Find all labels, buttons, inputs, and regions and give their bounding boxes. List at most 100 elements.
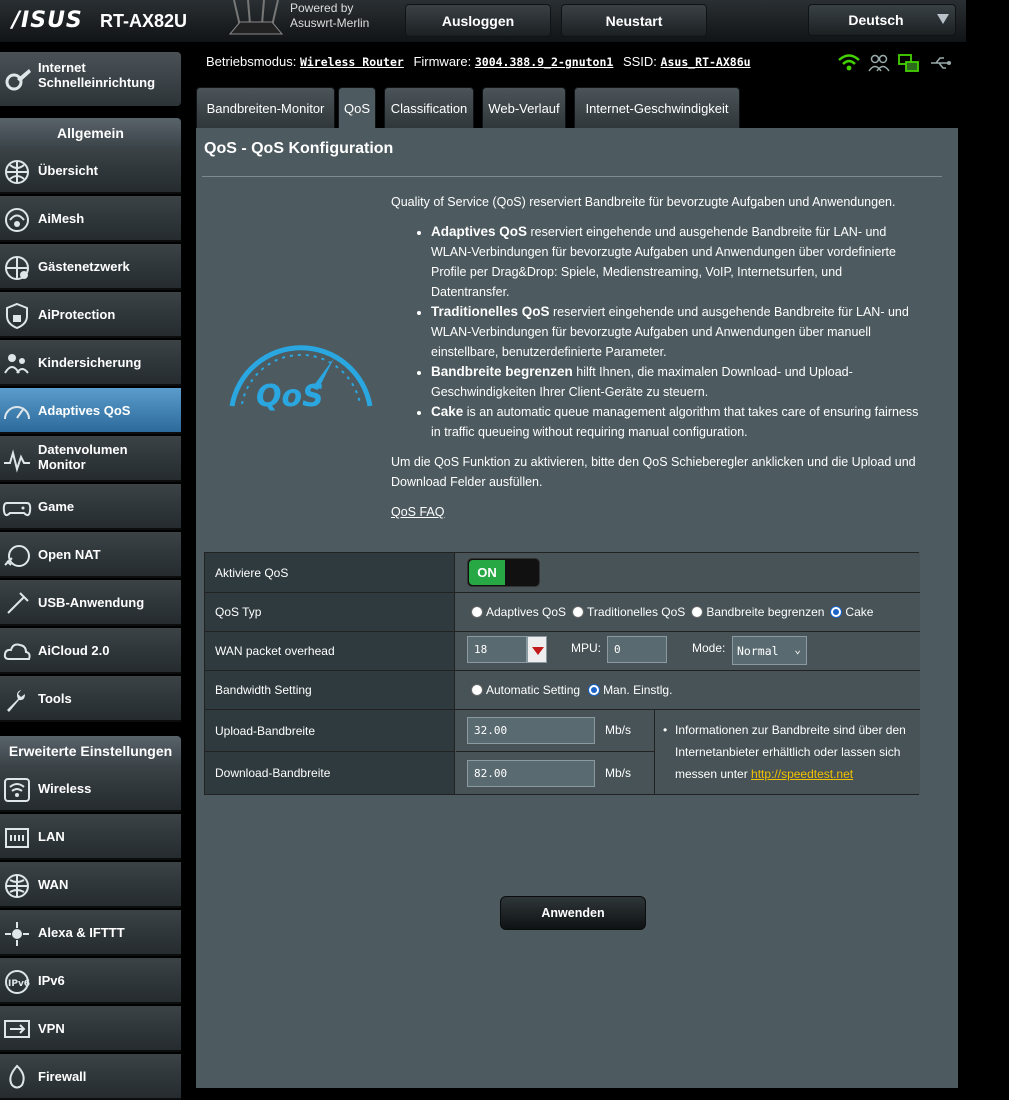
wan-overhead-cell: 18 MPU: 0 Mode: Normal ⌄: [456, 632, 920, 670]
sidebar-item--bersicht[interactable]: Übersicht: [0, 148, 181, 194]
radio-label: Adaptives QoS: [486, 605, 567, 619]
usb-icon: [7, 592, 29, 614]
sidebar-item-label: Gästenetzwerk: [38, 259, 130, 274]
top-bar: /ISUS RT-AX82U Powered by Asuswrt-Merlin…: [0, 0, 966, 42]
download-input[interactable]: 82.00: [467, 760, 595, 787]
sidebar-item-usb-anwendung[interactable]: USB-Anwendung: [0, 580, 181, 626]
radio-circle: [572, 606, 585, 618]
qos-settings-table: Aktiviere QoS ON QoS Typ Adaptives QoS T…: [204, 552, 920, 795]
upload-label: Upload-Bandbreite: [205, 710, 455, 752]
firmware-link[interactable]: 3004.388.9_2-gnuton1: [475, 55, 613, 69]
upload-input[interactable]: 32.00: [467, 717, 595, 744]
radio-cake[interactable]: Cake: [830, 605, 873, 619]
sidebar-item-vpn[interactable]: VPN: [0, 1006, 181, 1052]
tab-classification[interactable]: Classification: [384, 87, 474, 128]
overhead-input[interactable]: 18: [467, 636, 527, 663]
mpu-input[interactable]: 0: [607, 636, 667, 663]
tab-bandbreiten-monitor[interactable]: Bandbreiten-Monitor: [196, 87, 335, 128]
sidebar-item-lan[interactable]: LAN: [0, 814, 181, 860]
tab-qos[interactable]: QoS: [338, 87, 376, 128]
sidebar-item-wan[interactable]: WAN: [0, 862, 181, 908]
sidebar-item-label: Tools: [38, 691, 72, 706]
sidebar-item-firewall[interactable]: Firewall: [0, 1054, 181, 1100]
wrench-gear-icon: [5, 69, 31, 91]
row-divider: [456, 751, 654, 752]
bandwidth-info: • Informationen zur Bandbreite sind über…: [663, 719, 913, 785]
sidebar-item-ipv6[interactable]: IPv6 IPv6: [0, 958, 181, 1004]
radio-automatic-setting[interactable]: Automatic Setting: [471, 683, 580, 697]
mpu-label: MPU:: [571, 641, 601, 655]
feature-title: Adaptives QoS: [431, 224, 528, 239]
row-qos-type: QoS Typ Adaptives QoS Traditionelles QoS…: [205, 593, 920, 632]
radio-traditional-qos[interactable]: Traditionelles QoS: [572, 605, 685, 619]
sidebar-item-label: IPv6: [38, 973, 65, 988]
sidebar-item-label: WAN: [38, 877, 69, 892]
restart-button[interactable]: Neustart: [561, 4, 707, 37]
radio-manual-setting[interactable]: Man. Einstlg.: [588, 683, 672, 697]
qos-toggle[interactable]: ON: [467, 558, 540, 587]
sidebar-label-line2: Monitor: [38, 457, 86, 472]
ssid-link[interactable]: Asus_RT-AX86u: [661, 55, 751, 69]
quick-setup-label: Internet Schnelleinrichtung: [38, 60, 155, 90]
gamepad-icon: [2, 502, 32, 517]
chevron-down-icon: [937, 14, 949, 24]
qos-panel: QoS - QoS Konfiguration QoS Quality of S…: [196, 128, 958, 1088]
radio-adaptive-qos[interactable]: Adaptives QoS: [471, 605, 566, 619]
status-line: Betriebsmodus: Wireless Router Firmware:…: [206, 54, 757, 69]
sidebar-item-kindersicherung[interactable]: Kindersicherung: [0, 340, 181, 386]
sidebar-item-g-stenetzwerk[interactable]: Gästenetzwerk: [0, 244, 181, 290]
ssid-label: SSID:: [622, 54, 657, 69]
network-map-icon[interactable]: [898, 54, 920, 74]
language-select[interactable]: Deutsch: [808, 4, 956, 36]
qos-faq-link[interactable]: QoS FAQ: [391, 502, 445, 522]
sidebar-item-aicloud-2-0[interactable]: AiCloud 2.0: [0, 628, 181, 674]
sidebar-item-datenvolumen[interactable]: Datenvolumen Monitor: [0, 436, 181, 482]
language-label: Deutsch: [848, 12, 904, 28]
sidebar-item-aiprotection[interactable]: AiProtection: [0, 292, 181, 338]
sidebar-item-aimesh[interactable]: AiMesh: [0, 196, 181, 242]
sidebar-item-label: Übersicht: [38, 163, 98, 178]
tab-web-verlauf[interactable]: Web-Verlauf: [482, 87, 566, 128]
enable-qos-cell: ON: [456, 553, 920, 592]
clients-icon[interactable]: [868, 54, 890, 72]
quick-setup-line1: Internet: [38, 60, 86, 75]
mode-select[interactable]: Normal ⌄: [732, 636, 807, 665]
tab-internet-geschwindigkeit[interactable]: Internet-Geschwindigkeit: [574, 87, 740, 128]
sidebar-item-alexa-ifttt[interactable]: Alexa & IFTTT: [0, 910, 181, 956]
sidebar-item-label: USB-Anwendung: [38, 595, 145, 610]
lock-shield-icon: [6, 302, 28, 330]
sidebar-item-open-nat[interactable]: Open NAT: [0, 532, 181, 578]
logout-button[interactable]: Ausloggen: [405, 4, 551, 37]
overhead-dropdown-button[interactable]: [527, 636, 547, 663]
sidebar: Internet Schnelleinrichtung Allgemein Üb…: [0, 42, 181, 1100]
usb-icon[interactable]: [930, 56, 952, 70]
sidebar-item-wireless[interactable]: Wireless: [0, 766, 181, 812]
apply-button[interactable]: Anwenden: [500, 896, 646, 930]
svg-text:IPv6: IPv6: [8, 979, 30, 989]
operation-mode-link[interactable]: Wireless Router: [300, 55, 404, 69]
radio-label: Bandbreite begrenzen: [706, 605, 825, 619]
sidebar-item-tools[interactable]: Tools: [0, 676, 181, 722]
open-nat-icon: [4, 545, 30, 567]
caret-down-icon: [532, 647, 544, 655]
radio-circle: [471, 606, 483, 618]
feature-text: is an automatic queue management algorit…: [431, 405, 919, 439]
page-title: QoS - QoS Konfiguration: [204, 140, 394, 157]
mode-label: Betriebsmodus:: [206, 54, 297, 69]
traffic-monitor-icon: [4, 449, 30, 473]
sidebar-item-label: Adaptives QoS: [38, 403, 131, 418]
main-content: Betriebsmodus: Wireless Router Firmware:…: [196, 42, 966, 1088]
radio-label: Traditionelles QoS: [587, 605, 686, 619]
radio-bandwidth-limit[interactable]: Bandbreite begrenzen: [691, 605, 824, 619]
sidebar-item-quick-setup[interactable]: Internet Schnelleinrichtung: [0, 52, 181, 106]
bullet-dot: •: [663, 723, 668, 737]
row-bandwidth-values: Upload-Bandbreite Download-Bandbreite 32…: [205, 710, 920, 794]
sidebar-item-game[interactable]: Game: [0, 484, 181, 530]
powered-line2: Asuswrt-Merlin: [290, 16, 370, 30]
quick-setup-line2: Schnelleinrichtung: [38, 75, 156, 90]
sidebar-item-adaptives-qos[interactable]: Adaptives QoS: [0, 388, 181, 434]
download-label: Download-Bandbreite: [205, 752, 455, 794]
wifi-icon[interactable]: [838, 54, 860, 72]
speedtest-link[interactable]: http://speedtest.net: [751, 767, 853, 781]
wan-globe-icon: [5, 874, 29, 898]
